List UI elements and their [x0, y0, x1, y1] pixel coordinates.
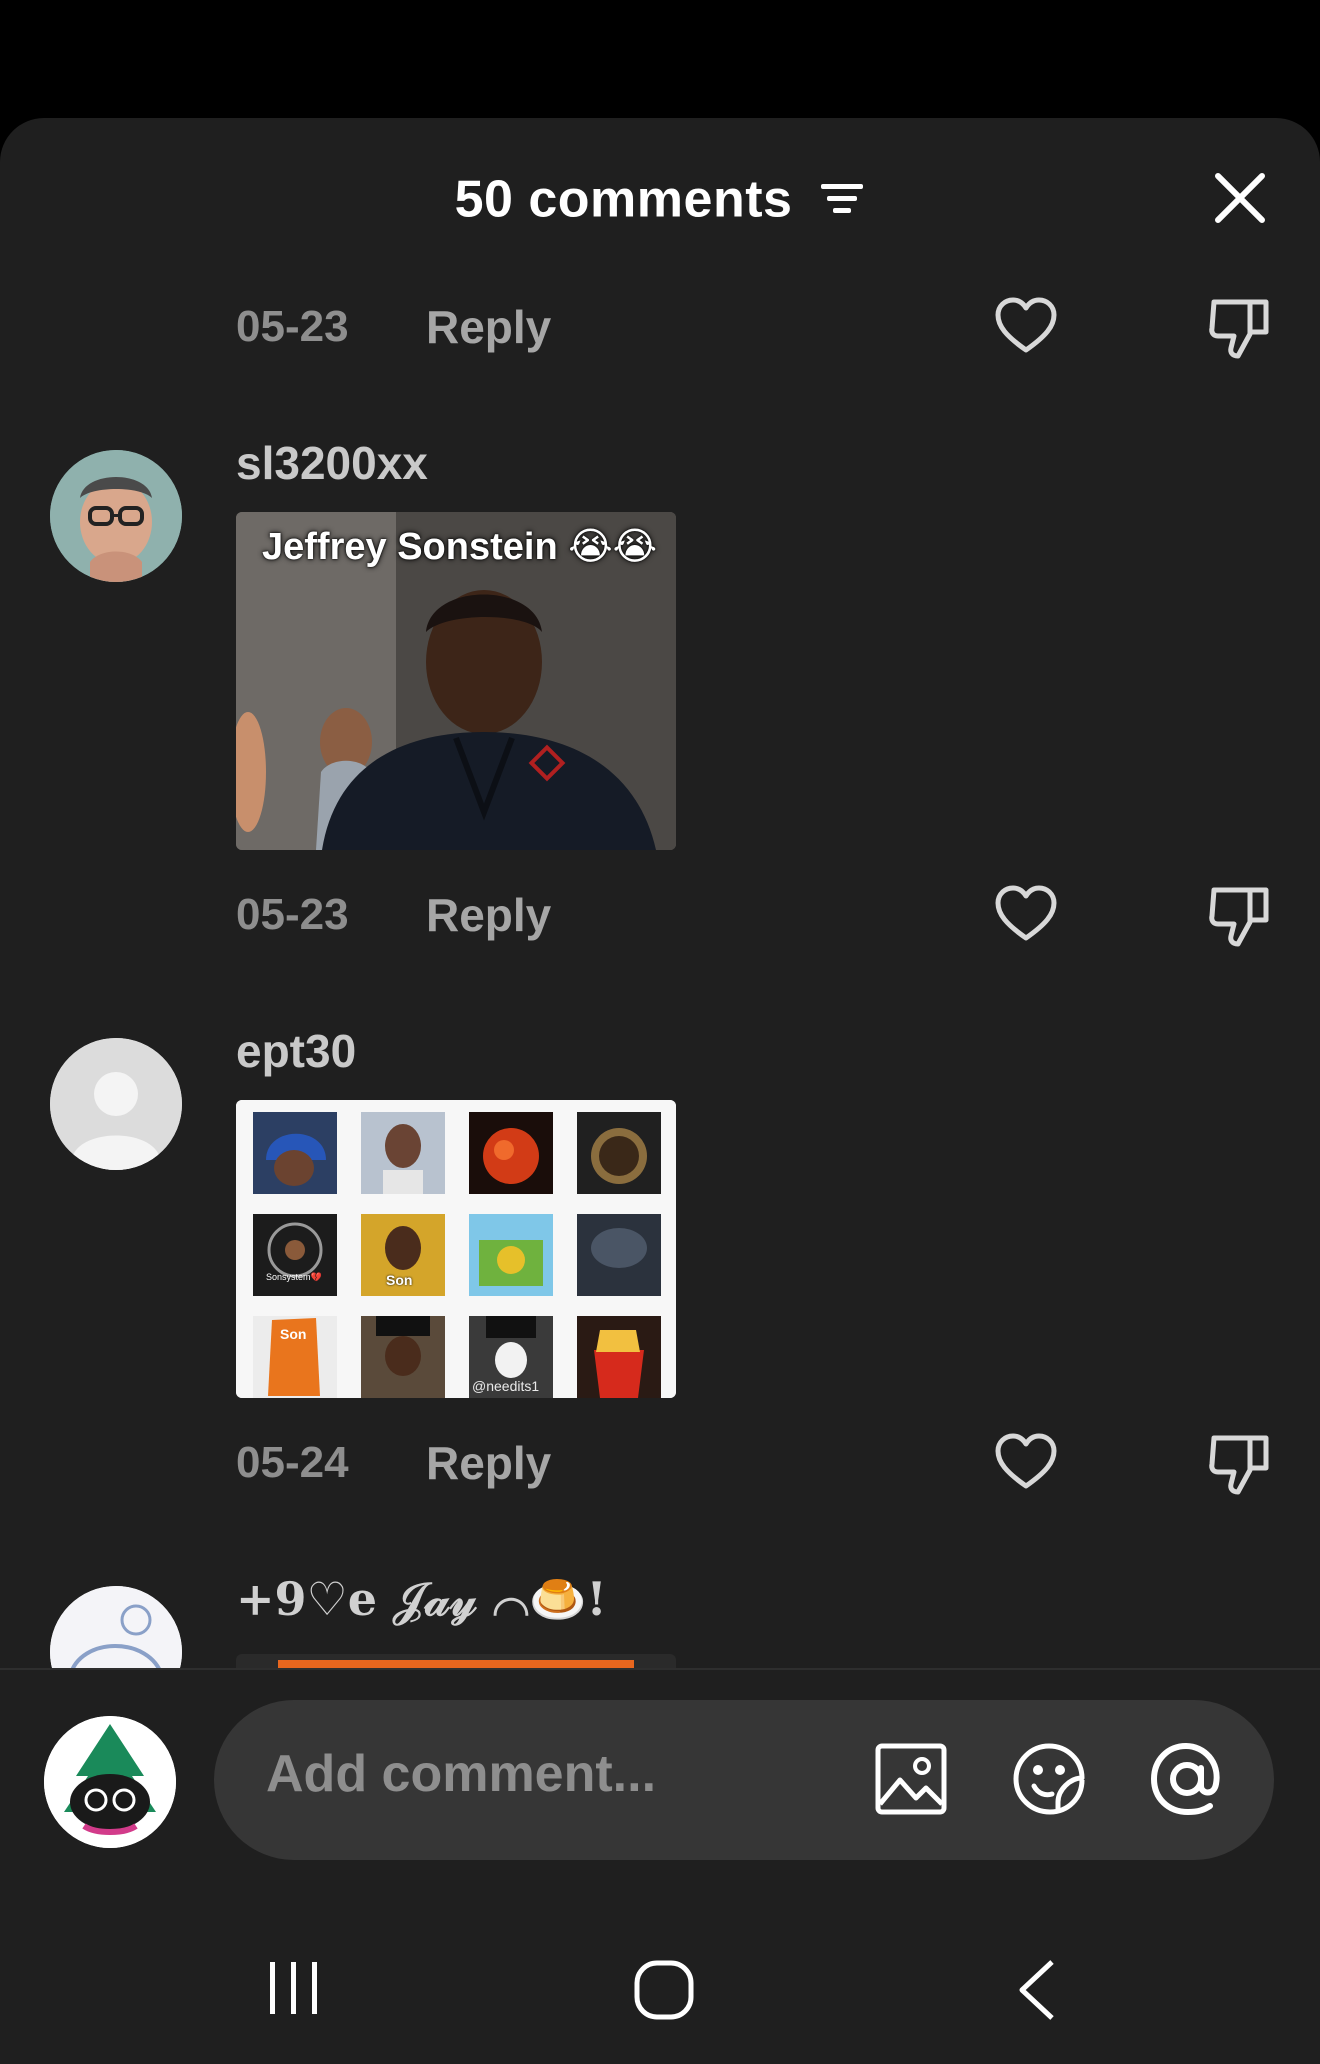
reply-button[interactable]: Reply	[426, 300, 551, 354]
meme-grid-image	[236, 1100, 676, 1398]
comments-title-group[interactable]: 50 comments	[0, 166, 1320, 229]
grid-label: @needits1	[472, 1378, 540, 1394]
comments-header: 50 comments	[0, 118, 1320, 283]
comment-actions-row: 05-23 Reply	[0, 880, 1320, 950]
thumbs-down-icon[interactable]	[1208, 1430, 1272, 1496]
comment-input[interactable]: Add comment...	[214, 1700, 1274, 1860]
at-sign-icon[interactable]	[1148, 1740, 1226, 1818]
comment-username[interactable]: ept30	[236, 1024, 356, 1078]
heart-outline-icon[interactable]	[994, 884, 1058, 944]
avatar[interactable]	[50, 450, 182, 582]
default-avatar-icon	[50, 1038, 182, 1170]
back-icon[interactable]	[1012, 1958, 1062, 2022]
reply-button[interactable]: Reply	[426, 1436, 551, 1490]
recents-icon[interactable]	[264, 1958, 324, 2018]
my-avatar[interactable]	[44, 1716, 176, 1848]
comment-username[interactable]: +9♡e 𝒥𝒶𝓎 ⌒🍮!	[236, 1572, 607, 1628]
home-icon[interactable]	[632, 1958, 696, 2022]
grid-label: Sonsystem💔	[266, 1272, 322, 1282]
comment-username[interactable]: sl3200xx	[236, 436, 428, 490]
thumbs-down-icon[interactable]	[1208, 882, 1272, 948]
heart-outline-icon[interactable]	[994, 1432, 1058, 1492]
image-icon[interactable]	[872, 1740, 950, 1818]
sort-lines-icon[interactable]	[819, 179, 865, 219]
thumbs-down-icon[interactable]	[1208, 294, 1272, 360]
comment-actions-row: 05-23 Reply	[0, 292, 1320, 362]
user-avatar-image	[44, 1716, 176, 1848]
system-nav-bar	[0, 1920, 1320, 2064]
status-bar	[0, 0, 1320, 118]
close-icon[interactable]	[1212, 170, 1268, 226]
comment-image-gif[interactable]: Jeffrey Sonstein 😭😭	[236, 512, 676, 850]
sticker-icon[interactable]	[1010, 1740, 1088, 1818]
comment-actions-row: 05-24 Reply	[0, 1428, 1320, 1498]
comment-date: 05-24	[236, 1438, 349, 1487]
comment-date: 05-23	[236, 302, 349, 351]
user-avatar-image	[50, 450, 182, 582]
comment-image-grid[interactable]: Sonsystem💔 Son Son @needits1	[236, 1100, 676, 1398]
avatar[interactable]	[50, 1038, 182, 1170]
grid-label: Son	[280, 1326, 307, 1342]
comment-input-placeholder: Add comment...	[266, 1745, 657, 1803]
grid-label: Son	[386, 1272, 413, 1288]
reply-button[interactable]: Reply	[426, 888, 551, 942]
comments-count-title: 50 comments	[454, 170, 793, 229]
heart-outline-icon[interactable]	[994, 296, 1058, 356]
comment-date: 05-23	[236, 890, 349, 939]
image-caption: Jeffrey Sonstein 😭😭	[262, 526, 658, 568]
